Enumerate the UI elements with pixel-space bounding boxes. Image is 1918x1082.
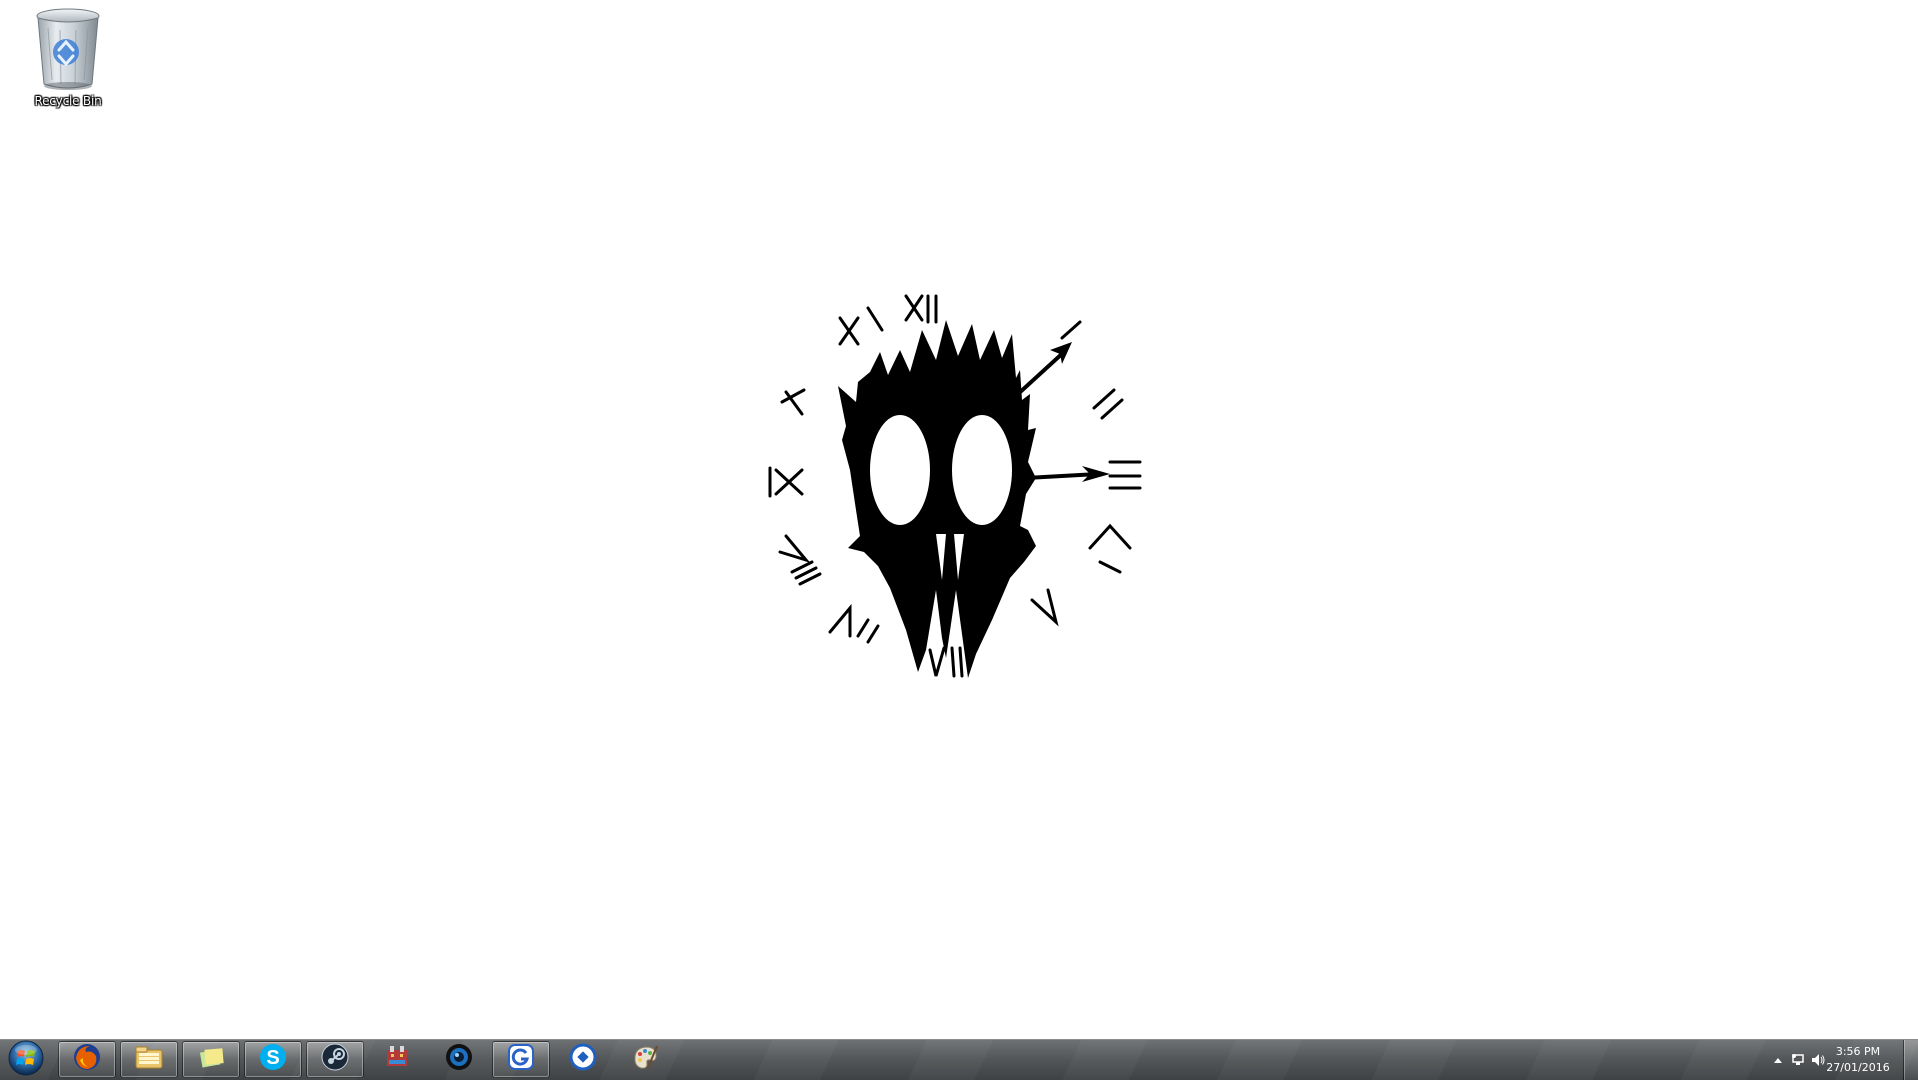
taskbar-item-file-explorer[interactable] [120,1041,178,1078]
paint-icon [630,1042,660,1077]
clock-mask-icon [768,294,1142,678]
steam-icon [320,1042,350,1077]
recycle-bin-desktop-icon[interactable]: Recycle Bin [20,6,116,126]
show-desktop-button[interactable] [1903,1040,1918,1080]
wallpaper-clock-art [700,290,1220,790]
media-player-icon [444,1042,474,1077]
network-icon[interactable] [1790,1052,1806,1068]
clock-date: 27/01/2016 [1826,1061,1890,1074]
taskbar-item-app-blue[interactable] [554,1041,612,1078]
game-icon [382,1042,412,1077]
taskbar-item-media-player[interactable] [430,1041,488,1078]
system-tray: 3:56 PM 27/01/2016 [1718,1040,1918,1080]
taskbar-item-game[interactable] [368,1041,426,1078]
skype-icon: S [258,1042,288,1077]
sticky-notes-icon [196,1042,226,1077]
folder-icon [133,1042,165,1077]
taskbar-item-sticky-notes[interactable] [182,1041,240,1078]
recycle-bin-icon [20,6,116,92]
clock-time: 3:56 PM [1835,1045,1881,1058]
app-blue-icon [568,1042,598,1077]
start-button[interactable] [2,1039,50,1082]
svg-text:S: S [266,1047,279,1069]
recycle-bin-label: Recycle Bin [34,94,102,108]
show-hidden-icons-icon[interactable] [1770,1052,1786,1068]
taskbar: S 3:56 PM 27/01/2016 [0,1039,1918,1080]
taskbar-clock[interactable]: 3:56 PM 27/01/2016 [1818,1044,1898,1076]
firefox-icon [72,1042,102,1077]
windows-orb-icon [7,1039,45,1082]
desktop[interactable]: Recycle Bin [0,0,1918,1039]
taskbar-item-firefox[interactable] [58,1041,116,1078]
taskbar-item-app-g[interactable] [492,1041,550,1078]
taskbar-item-skype[interactable]: S [244,1041,302,1078]
taskbar-item-paint[interactable] [616,1041,674,1078]
app-g-icon [506,1042,536,1077]
taskbar-item-steam[interactable] [306,1041,364,1078]
